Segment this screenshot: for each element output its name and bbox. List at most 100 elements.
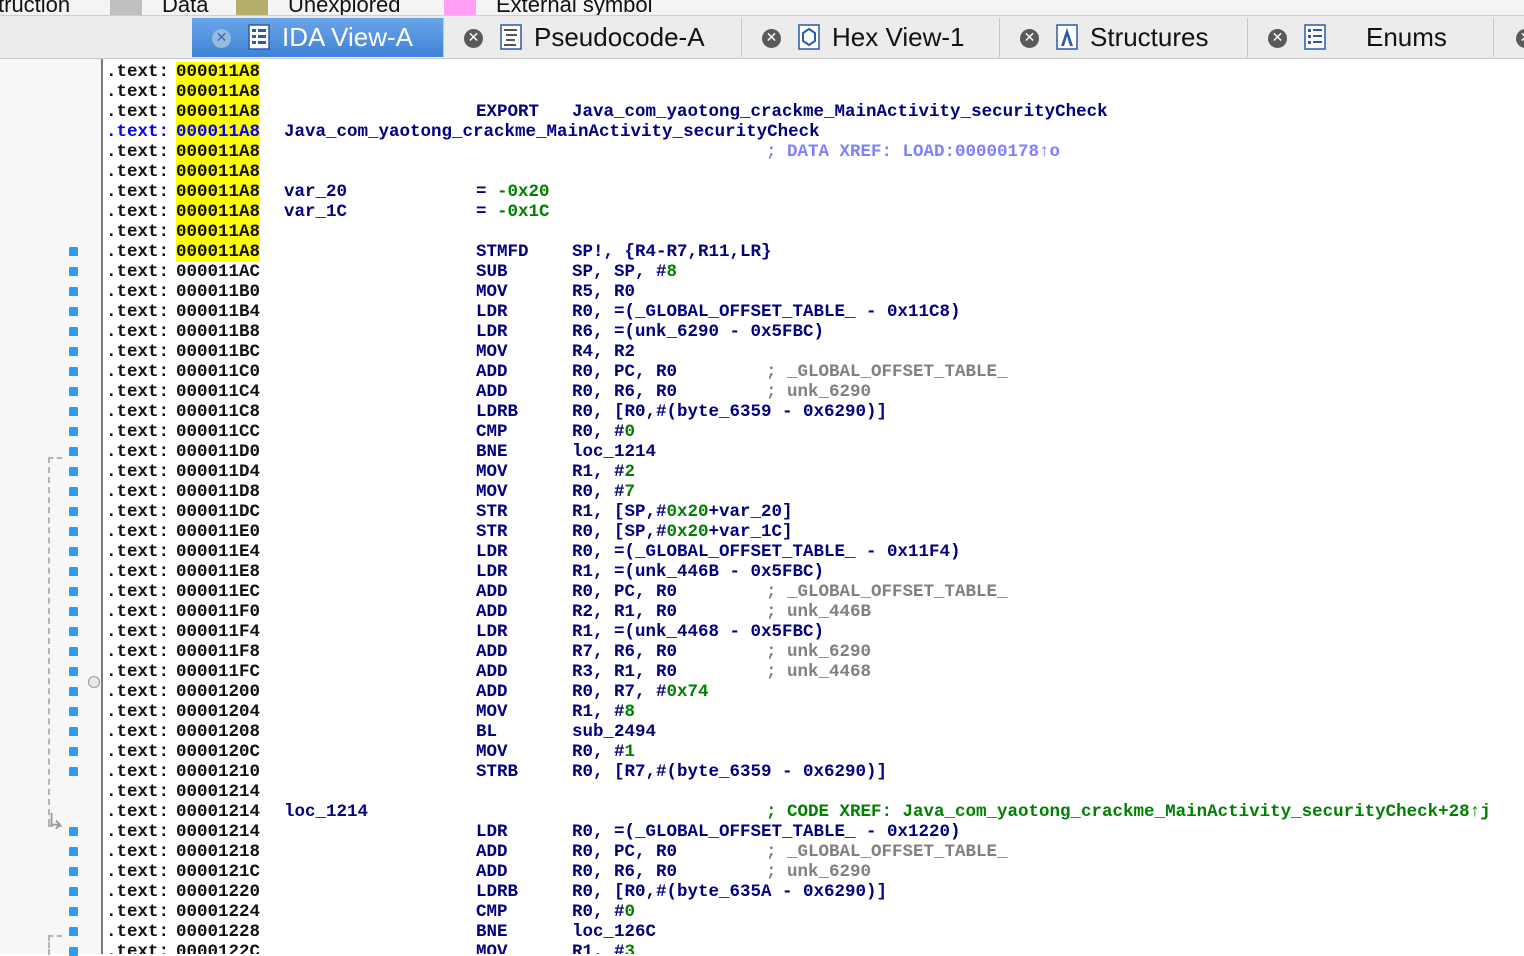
comment[interactable]: ; unk_6290 (766, 382, 871, 402)
address[interactable]: 000011A8 (176, 122, 261, 142)
address[interactable]: 00001204 (176, 702, 260, 722)
operands[interactable]: R0, [SP,#0x20+var_1C] (572, 522, 793, 542)
listing-row[interactable]: .text: 00001220 LDRB R0, [R0,#(byte_635A - … (104, 882, 1524, 902)
mnemonic[interactable]: ADD (476, 842, 508, 862)
segment-prefix[interactable]: .text: (106, 562, 169, 582)
address[interactable]: 00001200 (176, 682, 260, 702)
segment-prefix[interactable]: .text: (106, 222, 169, 242)
address[interactable]: 000011F4 (176, 622, 260, 642)
mnemonic[interactable]: LDR (476, 822, 508, 842)
segment-prefix[interactable]: .text: (106, 382, 169, 402)
breakpoint-dot[interactable] (69, 867, 78, 876)
breakpoint-dot[interactable] (69, 507, 78, 516)
tab-structures[interactable]: ✕ Structures (1000, 18, 1248, 57)
operands[interactable]: R0, #1 (572, 742, 635, 762)
mnemonic[interactable]: BNE (476, 442, 508, 462)
address[interactable]: 000011BC (176, 342, 260, 362)
operands[interactable]: R0, =(_GLOBAL_OFFSET_TABLE_ - 0x1220) (572, 822, 961, 842)
address[interactable]: 000011AC (176, 262, 260, 282)
listing-row[interactable]: .text: 000011E8 LDR R1, =(unk_446B - 0x5FBC… (104, 562, 1524, 582)
operands[interactable]: R0, #0 (572, 422, 635, 442)
segment-prefix[interactable]: .text: (106, 942, 169, 954)
mnemonic[interactable]: STR (476, 522, 508, 542)
segment-prefix[interactable]: .text: (106, 102, 169, 122)
operands[interactable]: R2, R1, R0 (572, 602, 677, 622)
breakpoint-dot[interactable] (69, 687, 78, 696)
address[interactable]: 000011A8 (176, 62, 261, 82)
mnemonic[interactable]: LDR (476, 542, 508, 562)
close-icon[interactable]: ✕ (464, 29, 483, 48)
breakpoint-dot[interactable] (69, 607, 78, 616)
address[interactable]: 000011F8 (176, 642, 260, 662)
segment-prefix[interactable]: .text: (106, 902, 169, 922)
segment-prefix[interactable]: .text: (106, 682, 169, 702)
listing-row[interactable]: .text: 000011C8 LDRB R0, [R0,#(byte_6359 - … (104, 402, 1524, 422)
close-icon[interactable]: ✕ (1268, 29, 1287, 48)
operands[interactable]: R6, =(unk_6290 - 0x5FBC) (572, 322, 824, 342)
tab-pseudocode-a[interactable]: ✕ Pseudocode-A (444, 18, 742, 57)
mnemonic[interactable]: BNE (476, 922, 508, 942)
close-icon[interactable]: ✕ (762, 29, 781, 48)
tab-overflow[interactable]: ✕ (1494, 18, 1524, 57)
segment-prefix[interactable]: .text: (106, 762, 169, 782)
address[interactable]: 000011D4 (176, 462, 260, 482)
listing-row[interactable]: .text: 00001214 (104, 782, 1524, 802)
address[interactable]: 000011D8 (176, 482, 260, 502)
operands[interactable]: SP, SP, #8 (572, 262, 677, 282)
breakpoint-dot[interactable] (69, 367, 78, 376)
operands[interactable]: R0, PC, R0 (572, 582, 677, 602)
comment[interactable]: ; _GLOBAL_OFFSET_TABLE_ (766, 582, 1008, 602)
listing-row[interactable]: .text: 00001208 BL sub_2494 (104, 722, 1524, 742)
segment-prefix[interactable]: .text: (106, 482, 169, 502)
address[interactable]: 000011A8 (176, 222, 261, 242)
breakpoint-dot[interactable] (69, 307, 78, 316)
listing-row[interactable]: .text: 0000121C ADD R0, R6, R0 ; unk_6290 (104, 862, 1524, 882)
operands[interactable]: loc_126C (572, 922, 656, 942)
segment-prefix[interactable]: .text: (106, 862, 169, 882)
operands[interactable]: R3, R1, R0 (572, 662, 677, 682)
mnemonic[interactable]: MOV (476, 462, 508, 482)
mnemonic[interactable]: ADD (476, 682, 508, 702)
data-xref-comment[interactable]: ; DATA XREF: LOAD:00000178↑o (766, 142, 1060, 162)
mnemonic[interactable]: LDR (476, 562, 508, 582)
address[interactable]: 000011A8 (176, 242, 261, 262)
operands[interactable]: R0, [R7,#(byte_6359 - 0x6290)] (572, 762, 887, 782)
address[interactable]: 0000120C (176, 742, 260, 762)
mnemonic[interactable]: ADD (476, 382, 508, 402)
operands[interactable]: R1, =(unk_4468 - 0x5FBC) (572, 622, 824, 642)
address[interactable]: 00001208 (176, 722, 260, 742)
breakpoint-dot[interactable] (69, 347, 78, 356)
mnemonic[interactable]: BL (476, 722, 497, 742)
operands[interactable]: R0, =(_GLOBAL_OFFSET_TABLE_ - 0x11F4) (572, 542, 961, 562)
mnemonic[interactable]: MOV (476, 282, 508, 302)
listing-row[interactable]: .text: 000011A8 STMFD SP!, {R4-R7,R11,LR} (104, 242, 1524, 262)
operands[interactable]: R0, R6, R0 (572, 862, 677, 882)
segment-prefix[interactable]: .text: (106, 422, 169, 442)
operands[interactable]: R0, =(_GLOBAL_OFFSET_TABLE_ - 0x11C8) (572, 302, 961, 322)
breakpoint-dot[interactable] (69, 747, 78, 756)
operands[interactable]: R7, R6, R0 (572, 642, 677, 662)
listing-row[interactable]: .text: 00001228 BNE loc_126C (104, 922, 1524, 942)
breakpoint-dot[interactable] (69, 887, 78, 896)
operands[interactable]: sub_2494 (572, 722, 656, 742)
breakpoint-dot[interactable] (69, 567, 78, 576)
listing-row[interactable]: .text: 000011A8 (104, 62, 1524, 82)
breakpoint-dot[interactable] (69, 427, 78, 436)
breakpoint-dot[interactable] (69, 767, 78, 776)
mnemonic[interactable]: SUB (476, 262, 508, 282)
segment-prefix[interactable]: .text: (106, 802, 169, 822)
listing-row[interactable]: .text: 000011A8 ; DATA XREF: LOAD:00000178… (104, 142, 1524, 162)
segment-prefix[interactable]: .text: (106, 622, 169, 642)
segment-prefix[interactable]: .text: (106, 582, 169, 602)
listing-row[interactable]: .text: 000011A8 var_20 = -0x20 (104, 182, 1524, 202)
listing-row[interactable]: .text: 000011E4 LDR R0, =(_GLOBAL_OFFSET_TA… (104, 542, 1524, 562)
listing-row[interactable]: .text: 000011F8 ADD R7, R6, R0 ; unk_6290 (104, 642, 1524, 662)
segment-prefix[interactable]: .text: (106, 242, 169, 262)
segment-prefix[interactable]: .text: (106, 402, 169, 422)
segment-prefix[interactable]: .text: (106, 662, 169, 682)
address[interactable]: 000011A8 (176, 142, 261, 162)
breakpoint-dot[interactable] (69, 287, 78, 296)
listing-row[interactable]: .text: 000011FC ADD R3, R1, R0 ; unk_4468 (104, 662, 1524, 682)
listing-row[interactable]: .text: 000011B8 LDR R6, =(unk_6290 - 0x5FBC… (104, 322, 1524, 342)
disassembly-listing[interactable]: .text: 000011A8 .text: 000011A8 .text: 000011… (104, 62, 1524, 954)
